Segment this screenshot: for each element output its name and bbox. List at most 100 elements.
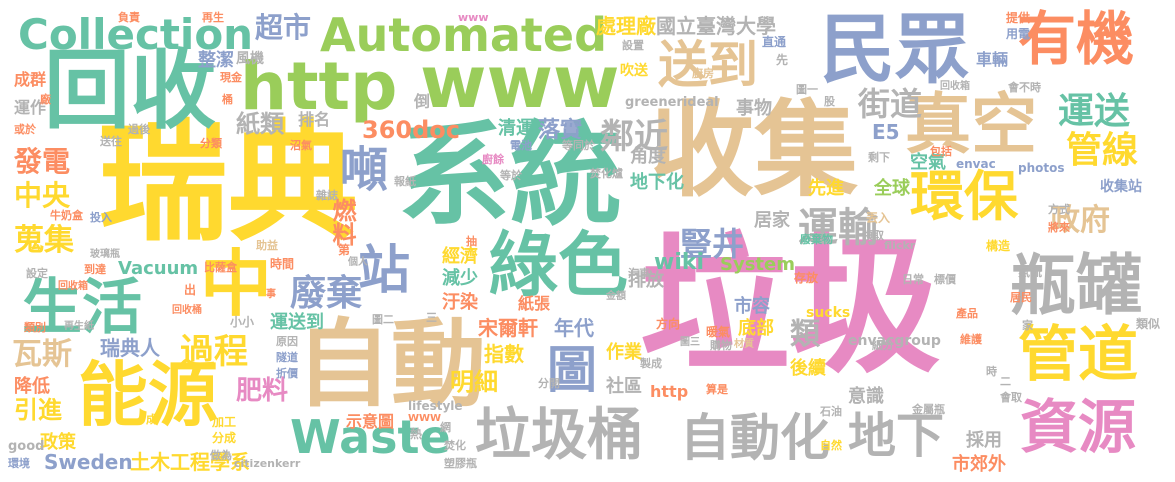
- word-dixiahua: 地下化: [630, 172, 684, 193]
- word-sweden: Sweden: [44, 450, 133, 474]
- word-chengqun: 成群: [14, 70, 47, 89]
- word-shengxia: 剩下: [868, 151, 890, 164]
- word-jinshuping: 金屬瓶: [912, 403, 945, 416]
- word-envacgroup: envacgroup: [848, 333, 941, 349]
- word-souji: 蒐集: [14, 223, 74, 258]
- word-guohou: 過後: [128, 123, 150, 136]
- word-paiming: 排名: [298, 110, 331, 129]
- word-zaishengzhi: 再生紙: [64, 321, 94, 332]
- word-e5: E5: [872, 120, 900, 144]
- word-cheng: 成: [146, 413, 157, 426]
- word-fenhua: 焚化: [444, 439, 466, 452]
- word-tusan: 圖三: [680, 337, 700, 348]
- word-minzhong: 民眾: [820, 5, 971, 93]
- word-fenlei: 分類: [200, 137, 222, 150]
- word-shirong: 市容: [734, 296, 770, 317]
- word-feiqiwu: 廢棄物: [800, 233, 833, 246]
- word-feiqi: 廢棄: [290, 273, 363, 314]
- word-fadian: 發電: [14, 145, 71, 178]
- word-yuanyin: 原因: [276, 335, 298, 348]
- word-zhicheng: 製成: [640, 357, 662, 370]
- word-baozhi: 報紙: [394, 175, 416, 188]
- word-chuisong: 吹送: [620, 63, 648, 79]
- word-guocheng: 過程: [180, 332, 248, 372]
- word-suliaoping: 塑膠瓶: [444, 457, 477, 470]
- word-huiqu: 會取: [1000, 391, 1022, 404]
- word-shijiaowai: 市郊外: [952, 454, 1006, 475]
- word-vacuum: Vacuum: [118, 258, 199, 279]
- word-shiyitu: 示意圖: [346, 412, 395, 431]
- word-wasi: 瓦斯: [12, 337, 72, 372]
- word-bolipng: 玻璃瓶: [90, 249, 120, 260]
- word-ranliao: 燃料: [328, 198, 356, 246]
- word-zuoye: 作業: [606, 342, 642, 363]
- word-fengji: 風機: [236, 51, 264, 67]
- word-flickr: flickr: [884, 239, 916, 252]
- word-biaojia: 標價: [934, 273, 956, 286]
- word-er: 二: [1000, 375, 1011, 388]
- word-guanxian: 管線: [1066, 130, 1139, 171]
- word-envac: envac: [956, 157, 996, 171]
- word-fencheng: 分成: [212, 431, 237, 445]
- word-tuer: 圖二: [372, 313, 394, 326]
- word-huanbao: 環保: [910, 165, 1018, 228]
- word-jianshao: 減少: [442, 268, 478, 289]
- word-tigong: 提供: [1006, 11, 1031, 25]
- word-jiagong: 加工: [212, 415, 237, 429]
- word-jiangdi: 降低: [14, 376, 50, 397]
- word-xian: 先: [776, 53, 789, 67]
- word-guandao: 管道: [1018, 320, 1138, 390]
- word-xianjin2: 現金: [220, 71, 242, 84]
- word-jingji: 經濟: [442, 246, 478, 267]
- word-ziyuan: 資源: [1020, 393, 1137, 461]
- word-songwang: 送往: [100, 135, 122, 148]
- word-zhan: 站: [358, 241, 411, 301]
- word-ntu: 國立臺灣大學: [656, 14, 776, 38]
- word-yishi: 意識: [848, 386, 884, 407]
- word-richang: 日常: [902, 273, 924, 286]
- word-huishouxiang2: 回收箱: [58, 281, 88, 292]
- word-qingyun: 清運: [498, 118, 534, 139]
- word-huishouxiang: 回收箱: [940, 81, 970, 92]
- word-pingguan: 瓶罐: [1010, 247, 1142, 324]
- word-zhilei: 紙類: [236, 110, 284, 138]
- word-shiwu: 事物: [736, 98, 772, 119]
- word-chufang: 廚房: [692, 67, 714, 80]
- word-jine: 金額: [606, 291, 626, 302]
- word-lingqu: 領取: [862, 229, 884, 242]
- word-zhuyi: 助益: [256, 239, 278, 252]
- word-chulichang: 處理廠: [596, 14, 656, 38]
- word-chou: 抽: [466, 235, 477, 248]
- word-dengyu: 等於: [500, 169, 522, 182]
- word-caiyong: 採用: [966, 430, 1002, 451]
- word-niunaihe: 牛奶盒: [50, 209, 83, 222]
- word-cunfang: 存放: [794, 271, 819, 285]
- word-fuze: 負責: [118, 11, 140, 24]
- word-lvse: 綠色: [488, 224, 628, 306]
- word-www-small: WWW: [408, 413, 442, 424]
- word-lifestyle: lifestyle: [408, 399, 463, 413]
- word-suanshi: 算是: [706, 383, 728, 396]
- word-huishoutong: 回收桶: [172, 305, 202, 316]
- word-huoyu: 或於: [14, 123, 36, 136]
- word-dun: 噸: [340, 142, 389, 198]
- word-fangxiang: 方向: [656, 317, 681, 331]
- word-dianchi: 電池: [510, 139, 532, 152]
- word-huibushi: 會不時: [1008, 81, 1041, 94]
- word-di: 第: [338, 243, 351, 257]
- word-yinjin: 引進: [14, 396, 62, 424]
- word-yongdian: 用電: [1006, 27, 1031, 41]
- word-http-small: http: [650, 382, 689, 401]
- word-tuyi: 圖一: [796, 83, 818, 96]
- word-jiedao: 街道: [858, 85, 923, 123]
- word-wuran: 汙染: [442, 292, 478, 313]
- word-suidao: 隧道: [276, 351, 298, 364]
- word-shijian: 時間: [270, 257, 295, 271]
- word-huanjing: 環境: [8, 457, 30, 470]
- word-zhengjie: 整潔: [198, 50, 234, 71]
- word-shezhi: 設置: [622, 39, 644, 52]
- word-chaoshi: 超市: [255, 11, 312, 44]
- word-chu: 出: [184, 283, 197, 297]
- word-jianglai: 將來: [1048, 221, 1070, 234]
- word-chang: 廠: [40, 93, 51, 106]
